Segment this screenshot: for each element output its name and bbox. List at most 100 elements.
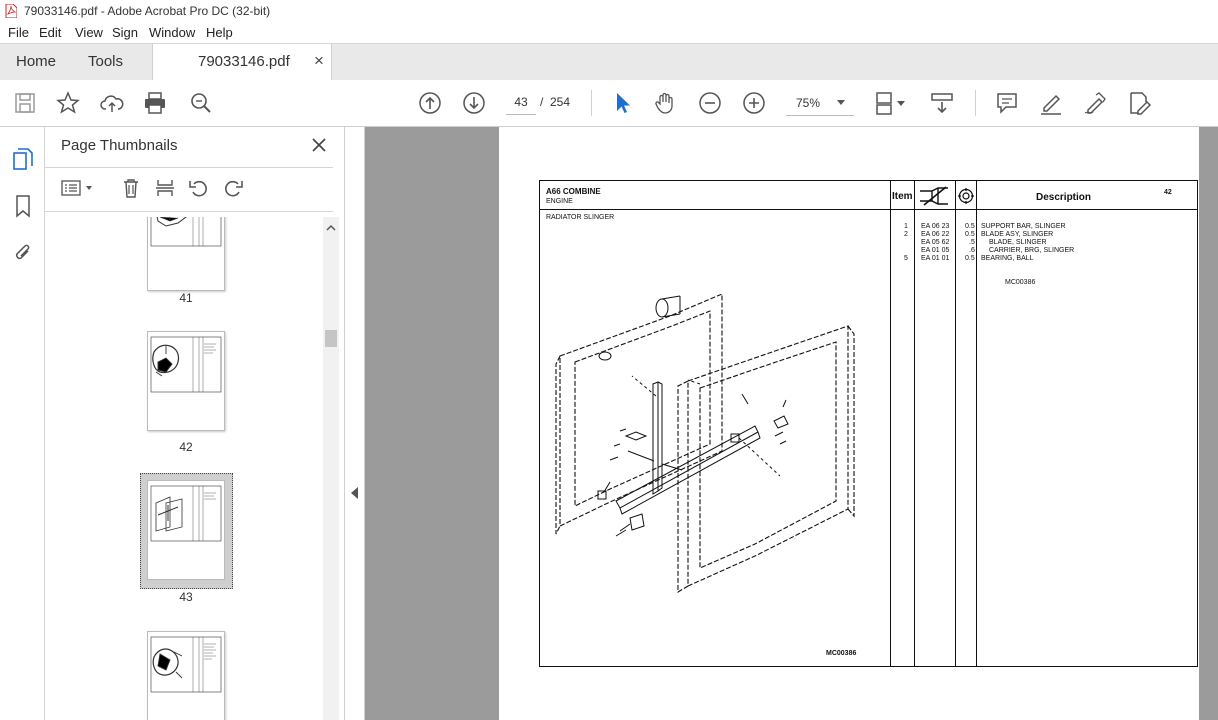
page-number-input[interactable] bbox=[506, 90, 536, 115]
section-title: RADIATOR SLINGER bbox=[546, 214, 615, 221]
toolbar-divider bbox=[975, 90, 976, 116]
bookmark-star-icon[interactable] bbox=[55, 90, 81, 116]
menu-help[interactable]: Help bbox=[206, 25, 233, 40]
thumbnail-page-label: 42 bbox=[179, 440, 193, 454]
thumbnail-page[interactable] bbox=[147, 331, 225, 431]
column-description-header: Description bbox=[1036, 192, 1092, 203]
select-cursor-icon[interactable] bbox=[609, 90, 635, 116]
part-description: BLADE, SLINGER bbox=[989, 239, 1047, 246]
part-qty: 0.5 bbox=[965, 223, 975, 230]
highlight-pen-icon[interactable] bbox=[1038, 90, 1064, 116]
figure-code: MC00386 bbox=[826, 650, 857, 657]
thumbnails-list: 41 42 43 bbox=[45, 217, 321, 720]
chevron-down-icon bbox=[837, 100, 845, 105]
upload-cloud-icon[interactable] bbox=[99, 90, 125, 116]
attachments-icon[interactable] bbox=[11, 241, 35, 268]
panel-divider bbox=[45, 167, 333, 168]
menu-window[interactable]: Window bbox=[149, 25, 195, 40]
tab-document[interactable]: 79033146.pdf × bbox=[152, 44, 332, 81]
zoom-out-icon[interactable] bbox=[697, 90, 723, 116]
document-header-title: A66 COMBINE bbox=[546, 187, 601, 196]
scroll-up-icon[interactable] bbox=[326, 224, 336, 231]
part-number: EA 01 01 bbox=[921, 255, 950, 262]
part-item: 2 bbox=[904, 231, 908, 238]
zoom-value: 75% bbox=[796, 96, 821, 110]
thumbnail-page-label: 41 bbox=[179, 291, 193, 305]
delete-page-icon[interactable] bbox=[121, 178, 141, 201]
pdf-page: A66 COMBINE ENGINE Item Description 42 R… bbox=[499, 127, 1199, 720]
menu-edit[interactable]: Edit bbox=[39, 25, 61, 40]
part-qty: 0.5 bbox=[965, 255, 975, 262]
part-qty: 0.5 bbox=[965, 231, 975, 238]
zoom-search-icon[interactable] bbox=[188, 90, 214, 116]
zoom-dropdown[interactable]: 75% bbox=[786, 91, 854, 116]
rotate-clockwise-icon[interactable] bbox=[222, 178, 244, 201]
previous-page-icon[interactable] bbox=[417, 90, 443, 116]
scroll-thumb[interactable] bbox=[325, 330, 337, 347]
menu-file[interactable]: File bbox=[8, 25, 29, 40]
document-header-subtitle: ENGINE bbox=[546, 198, 573, 205]
window-title: 79033146.pdf - Adobe Acrobat Pro DC (32-… bbox=[24, 4, 271, 18]
tab-tools[interactable]: Tools bbox=[88, 53, 123, 70]
toolbar: / 254 75% bbox=[0, 80, 1218, 127]
close-panel-icon[interactable] bbox=[311, 137, 327, 156]
page-display-icon[interactable] bbox=[873, 90, 909, 116]
menu-sign[interactable]: Sign bbox=[112, 25, 138, 40]
tab-bar: Home Tools 79033146.pdf × bbox=[0, 43, 1218, 81]
thumbnails-panel: Page Thumbnails 41 42 43 bbox=[45, 127, 345, 720]
panel-divider bbox=[45, 211, 333, 212]
part-qty: .5 bbox=[969, 239, 975, 246]
thumbnail-page[interactable] bbox=[147, 480, 225, 580]
part-description: SUPPORT BAR, SLINGER bbox=[981, 223, 1066, 230]
tab-home[interactable]: Home bbox=[16, 53, 56, 70]
menu-view[interactable]: View bbox=[75, 25, 103, 40]
zoom-in-icon[interactable] bbox=[741, 90, 767, 116]
left-rail bbox=[0, 127, 45, 720]
comment-icon[interactable] bbox=[994, 90, 1020, 116]
draw-sign-icon[interactable] bbox=[1082, 90, 1108, 116]
part-number: EA 01 05 bbox=[921, 247, 950, 254]
page-separator: / bbox=[540, 95, 544, 109]
thumbnail-options-icon[interactable] bbox=[61, 179, 95, 200]
part-number: EA 06 22 bbox=[921, 231, 950, 238]
quantity-column-icon bbox=[958, 188, 974, 204]
part-item: 5 bbox=[904, 255, 908, 262]
print-icon[interactable] bbox=[142, 90, 168, 116]
next-page-icon[interactable] bbox=[461, 90, 487, 116]
save-icon[interactable] bbox=[12, 90, 38, 116]
total-pages: 254 bbox=[550, 95, 571, 109]
column-item-header: Item bbox=[892, 191, 913, 202]
part-qty: .6 bbox=[969, 247, 975, 254]
thumbnail-page[interactable] bbox=[147, 631, 225, 720]
column-rule bbox=[976, 181, 977, 666]
title-bar: 79033146.pdf - Adobe Acrobat Pro DC (32-… bbox=[0, 0, 1218, 23]
part-item: 1 bbox=[904, 223, 908, 230]
column-rule bbox=[955, 181, 956, 666]
menu-bar: File Edit View Sign Window Help bbox=[0, 23, 1218, 43]
part-number-column-icon bbox=[920, 186, 948, 206]
hand-tool-icon[interactable] bbox=[653, 90, 679, 116]
panel-collapse-strip bbox=[345, 127, 365, 720]
document-page-number: 42 bbox=[1164, 189, 1172, 196]
thumbnails-scrollbar[interactable] bbox=[323, 217, 339, 720]
part-description: CARRIER, BRG, SLINGER bbox=[989, 247, 1075, 254]
page-thumbnails-icon[interactable] bbox=[11, 147, 35, 174]
rotate-counterclockwise-icon[interactable] bbox=[188, 178, 210, 201]
part-description: BEARING, BALL bbox=[981, 255, 1034, 262]
bookmarks-icon[interactable] bbox=[11, 194, 35, 221]
thumbnail-page-label: 43 bbox=[179, 590, 193, 604]
edit-pdf-icon[interactable] bbox=[1126, 90, 1152, 116]
scroll-mode-icon[interactable] bbox=[929, 90, 955, 116]
reference-code: MC00386 bbox=[1005, 279, 1036, 286]
acrobat-icon bbox=[5, 4, 17, 18]
part-number: EA 06 23 bbox=[921, 223, 950, 230]
thumbnail-page[interactable] bbox=[147, 217, 225, 291]
radiator-slinger-diagram bbox=[555, 293, 855, 593]
document-view[interactable]: A66 COMBINE ENGINE Item Description 42 R… bbox=[365, 127, 1218, 720]
close-tab-icon[interactable]: × bbox=[314, 51, 324, 71]
part-description: BLADE ASY, SLINGER bbox=[981, 231, 1054, 238]
collapse-panel-icon[interactable] bbox=[351, 487, 359, 499]
part-number: EA 05 62 bbox=[921, 239, 950, 246]
insert-page-icon[interactable] bbox=[155, 178, 175, 201]
document-tab-label: 79033146.pdf bbox=[198, 53, 290, 70]
